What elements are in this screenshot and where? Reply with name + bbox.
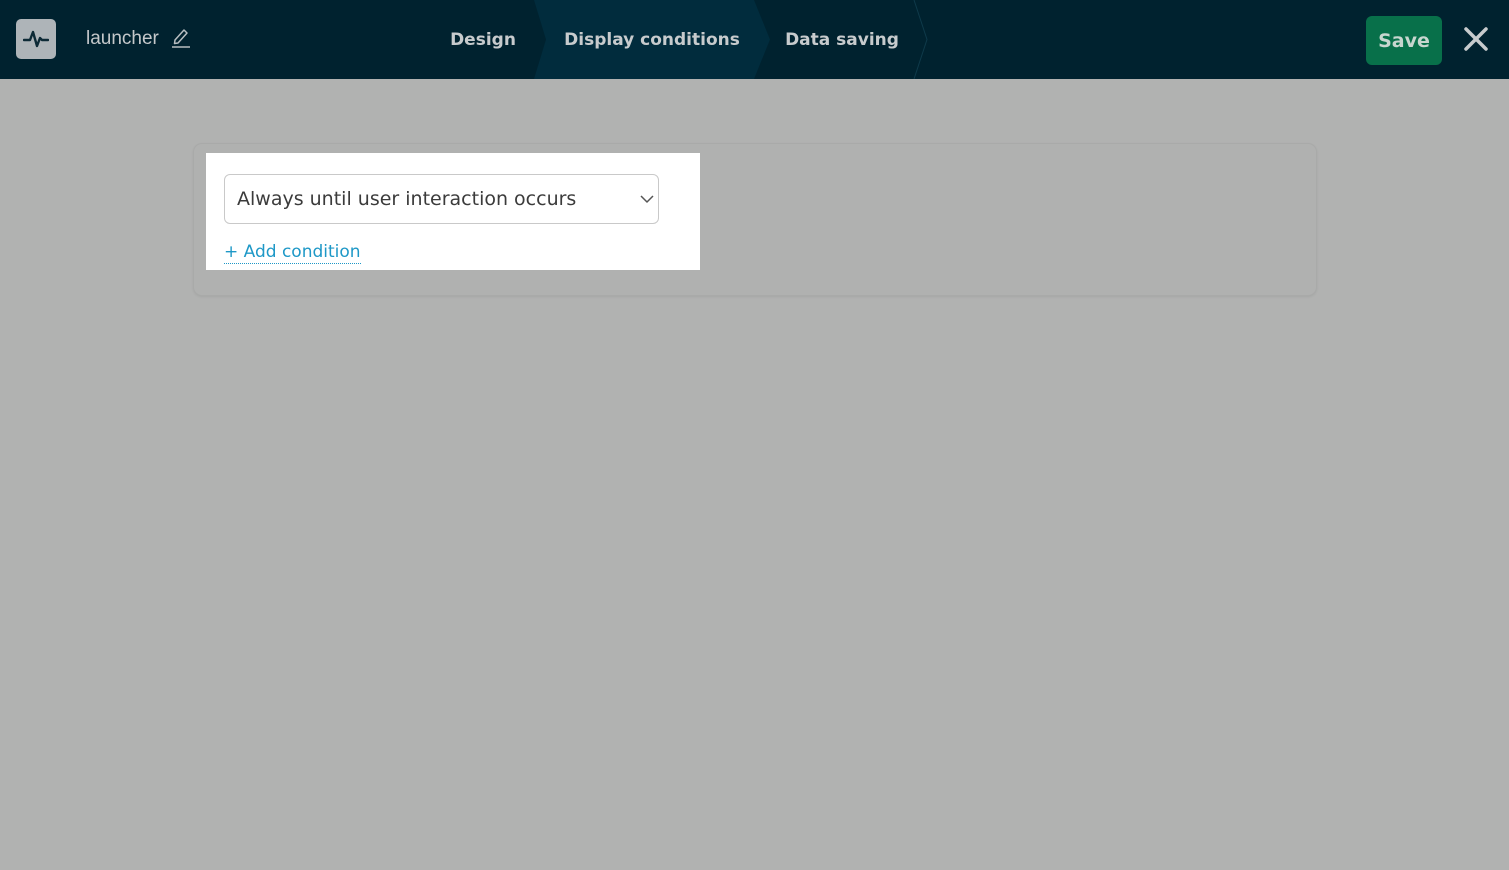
display-condition-select[interactable]: Always until user interaction occurs [224, 174, 659, 224]
save-button[interactable]: Save [1366, 16, 1442, 65]
pencil-icon[interactable] [171, 26, 191, 48]
tab-data-saving[interactable]: Data saving [768, 0, 916, 79]
chevron-down-icon [640, 195, 654, 203]
select-value: Always until user interaction occurs [237, 188, 577, 210]
widget-name: launcher [86, 28, 159, 49]
top-bar: launcher Design Display conditions Data … [0, 0, 1509, 79]
tab-design[interactable]: Design [430, 0, 536, 79]
tab-display-conditions[interactable]: Display conditions [534, 0, 770, 79]
pulse-icon [23, 30, 49, 48]
tab-separator [913, 0, 928, 79]
app-logo[interactable] [16, 19, 56, 59]
add-condition-link[interactable]: + Add condition [224, 241, 361, 264]
close-icon[interactable] [1463, 26, 1489, 52]
